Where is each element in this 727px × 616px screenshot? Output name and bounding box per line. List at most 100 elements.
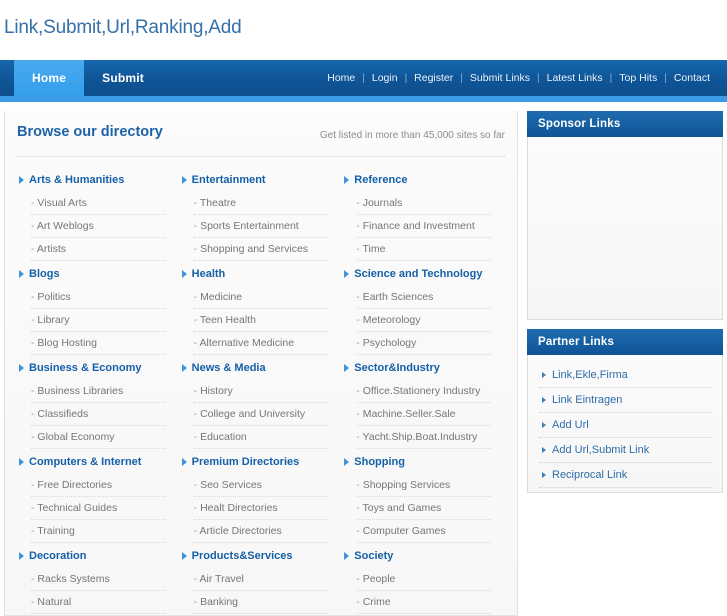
partner-link[interactable]: Add Url	[539, 413, 711, 437]
subcategory-link[interactable]: Toys and Games	[356, 497, 491, 519]
category-title-decoration[interactable]: Decoration	[17, 544, 166, 568]
subcategory-link[interactable]: Theatre	[194, 192, 329, 214]
subcategory-link[interactable]: Article Directories	[194, 520, 329, 542]
arrow-right-icon	[344, 270, 350, 278]
list-item: Politics	[31, 286, 166, 309]
category-title-premium-directories[interactable]: Premium Directories	[180, 450, 329, 474]
subcategory-link[interactable]: Visual Arts	[31, 192, 166, 214]
subcategory-link[interactable]: Training	[31, 520, 166, 542]
list-item: Earth Sciences	[356, 286, 491, 309]
list-item: Add Url	[539, 413, 711, 438]
category-title-label: Blogs	[29, 268, 60, 280]
subcategory-link[interactable]: Air Travel	[194, 568, 329, 590]
subcategory-link[interactable]: Classifieds	[31, 403, 166, 425]
arrow-right-icon	[542, 397, 546, 403]
nav-link-submit-links[interactable]: Submit Links	[463, 72, 537, 84]
subcategory-link[interactable]: Art Weblogs	[31, 215, 166, 237]
category-title-shopping[interactable]: Shopping	[342, 450, 491, 474]
category-title-label: Reference	[354, 174, 408, 186]
sponsor-links-title: Sponsor Links	[527, 111, 723, 137]
arrow-right-icon	[181, 176, 187, 184]
subcategory-link[interactable]: Shopping and Services	[194, 238, 329, 260]
nav-tab-submit[interactable]: Submit	[84, 60, 162, 96]
subcategory-link[interactable]: Crime	[356, 591, 491, 613]
category-block: Arts & Humanities Visual ArtsArt WeblogsA…	[17, 168, 166, 261]
subcategory-link[interactable]: Politics	[31, 286, 166, 308]
nav-link-contact[interactable]: Contact	[667, 72, 717, 84]
category-title-science-and-technology[interactable]: Science and Technology	[342, 262, 491, 286]
subcategory-link[interactable]: Free Directories	[31, 474, 166, 496]
subcategory-link[interactable]: Office.Stationery Industry	[356, 380, 491, 402]
category-title-society[interactable]: Society	[342, 544, 491, 568]
category-title-computers-internet[interactable]: Computers & Internet	[17, 450, 166, 474]
subcategory-link[interactable]: Psychology	[356, 332, 491, 354]
list-item: Art Weblogs	[31, 215, 166, 238]
subcategory-link[interactable]: People	[356, 568, 491, 590]
category-title-sector-industry[interactable]: Sector&Industry	[342, 356, 491, 380]
arrow-right-icon	[542, 372, 546, 378]
subcategory-link[interactable]: Finance and Investment	[356, 215, 491, 237]
category-title-label: Business & Economy	[29, 362, 142, 374]
category-title-business-economy[interactable]: Business & Economy	[17, 356, 166, 380]
category-title-arts-humanities[interactable]: Arts & Humanities	[17, 168, 166, 192]
subcategory-link[interactable]: Sports Entertainment	[194, 215, 329, 237]
subcategory-link[interactable]: Business Libraries	[31, 380, 166, 402]
partner-link[interactable]: Add Url,Submit Link	[539, 438, 711, 462]
subcategory-link[interactable]: Yacht.Ship.Boat.Industry	[356, 426, 491, 448]
nav-link-latest-links[interactable]: Latest Links	[540, 72, 610, 84]
subcategory-link[interactable]: Technical Guides	[31, 497, 166, 519]
subcategory-link[interactable]: Natural	[31, 591, 166, 613]
subcategory-link[interactable]: Teen Health	[194, 309, 329, 331]
list-item: Computer Games	[356, 520, 491, 543]
nav-link-top-hits[interactable]: Top Hits	[612, 72, 664, 84]
subcategory-link[interactable]: Banking	[194, 591, 329, 613]
sponsor-links-panel: Sponsor Links	[527, 111, 723, 320]
list-item: Free Directories	[31, 474, 166, 497]
subcategory-link[interactable]: Artists	[31, 238, 166, 260]
partner-link[interactable]: Link,Ekle,Firma	[539, 363, 711, 387]
subcategory-link[interactable]: Global Economy	[31, 426, 166, 448]
category-title-products-services[interactable]: Products&Services	[180, 544, 329, 568]
subcategory-link[interactable]: History	[194, 380, 329, 402]
partner-link[interactable]: Reciprocal Link	[539, 463, 711, 487]
subcategory-link[interactable]: Earth Sciences	[356, 286, 491, 308]
subcategory-list: MedicineTeen HealthAlternative Medicine	[180, 286, 329, 355]
subcategory-link[interactable]: Time	[356, 238, 491, 260]
directory-panel: Browse our directory Get listed in more …	[4, 111, 518, 616]
category-title-health[interactable]: Health	[180, 262, 329, 286]
category-title-blogs[interactable]: Blogs	[17, 262, 166, 286]
nav-link-register[interactable]: Register	[407, 72, 460, 84]
category-block: News & Media HistoryCollege and Universit…	[180, 356, 329, 449]
subcategory-link[interactable]: Computer Games	[356, 520, 491, 542]
list-item: Banking	[193, 591, 329, 614]
subcategory-link[interactable]: Machine.Seller.Sale	[356, 403, 491, 425]
subcategory-link[interactable]: Racks Systems	[31, 568, 166, 590]
category-block: Society PeopleCrime	[342, 544, 491, 614]
list-item: People	[356, 568, 491, 591]
subcategory-link[interactable]: College and University	[194, 403, 329, 425]
subcategory-link[interactable]: Seo Services	[194, 474, 329, 496]
subcategory-link[interactable]: Shopping Services	[356, 474, 491, 496]
arrow-right-icon	[19, 364, 24, 372]
list-item: Global Economy	[31, 426, 166, 449]
category-column: Arts & Humanities Visual ArtsArt WeblogsA…	[17, 168, 180, 615]
category-title-entertainment[interactable]: Entertainment	[180, 168, 329, 192]
category-title-label: Entertainment	[191, 174, 266, 186]
subcategory-link[interactable]: Meteorology	[356, 309, 491, 331]
subcategory-link[interactable]: Journals	[356, 192, 491, 214]
nav-link-home[interactable]: Home	[320, 72, 362, 84]
subcategory-link[interactable]: Medicine	[194, 286, 329, 308]
nav-tab-home[interactable]: Home	[14, 60, 85, 96]
category-block: Sector&Industry Office.Stationery Industr…	[342, 356, 491, 449]
category-block: Health MedicineTeen HealthAlternative Med…	[180, 262, 329, 355]
subcategory-link[interactable]: Alternative Medicine	[194, 332, 329, 354]
subcategory-link[interactable]: Education	[194, 426, 329, 448]
subcategory-link[interactable]: Library	[31, 309, 166, 331]
partner-link[interactable]: Link Eintragen	[539, 388, 711, 412]
subcategory-link[interactable]: Blog Hosting	[31, 332, 166, 354]
nav-link-login[interactable]: Login	[365, 72, 405, 84]
category-title-reference[interactable]: Reference	[342, 168, 491, 192]
category-title-news-media[interactable]: News & Media	[180, 356, 329, 380]
subcategory-link[interactable]: Healt Directories	[194, 497, 329, 519]
subcategory-list: Racks SystemsNatural	[17, 568, 166, 614]
